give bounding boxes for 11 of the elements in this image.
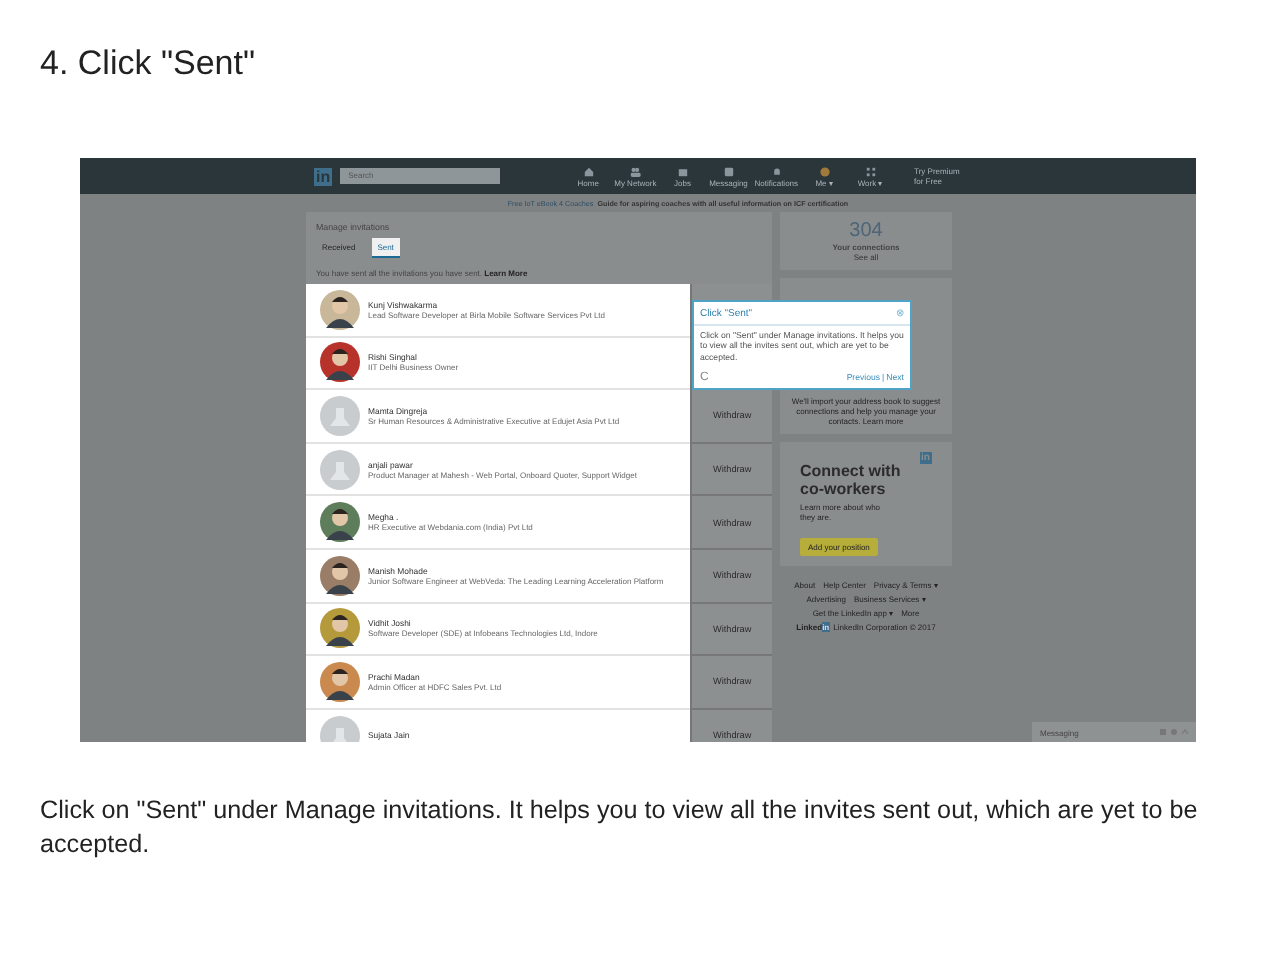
bell-icon xyxy=(769,165,784,177)
ad-title: Connect with co-workers xyxy=(800,464,903,498)
slide-caption: Click on "Sent" under Manage invitations. It helps you to view all the invites sent out, which are yet to be accepted. xyxy=(40,794,1200,862)
people-icon xyxy=(628,165,643,177)
connection-count: 304 xyxy=(849,220,883,242)
grid-icon xyxy=(863,165,878,177)
avatar-icon xyxy=(817,165,832,177)
slide-title: 4. Click "Sent" xyxy=(40,44,257,84)
home-icon xyxy=(581,165,596,177)
avatar-icon xyxy=(320,449,360,490)
avatar-icon xyxy=(320,395,360,436)
